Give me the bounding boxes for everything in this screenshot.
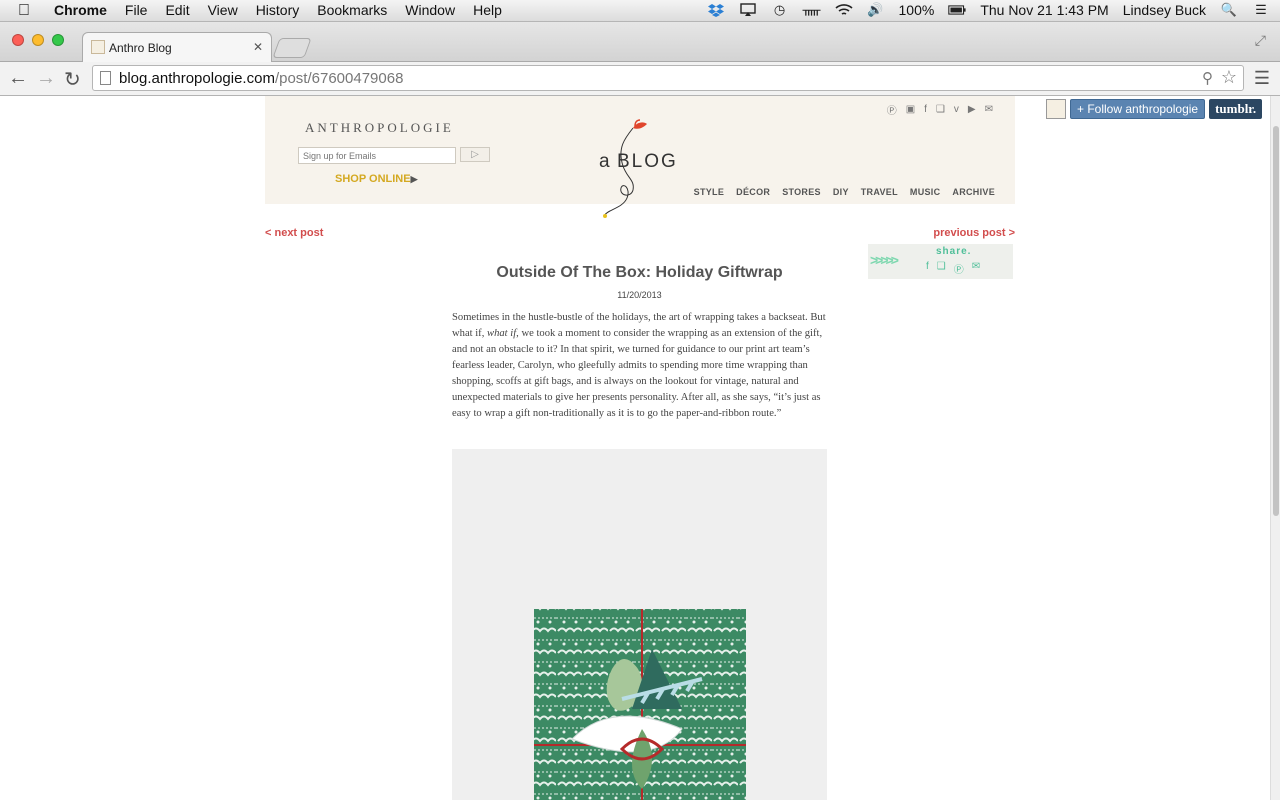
minimize-window-button[interactable] xyxy=(32,34,44,46)
close-tab-icon[interactable]: ✕ xyxy=(253,40,263,54)
social-links: Ⓟ ▣ f ❑ v ▶ ✉ xyxy=(887,102,993,117)
share-pinterest-icon[interactable]: Ⓟ xyxy=(954,261,964,276)
share-email-icon[interactable]: ✉ xyxy=(972,261,980,276)
back-button[interactable]: ← xyxy=(8,67,28,90)
clock[interactable]: Thu Nov 21 1:43 PM xyxy=(980,2,1108,18)
url-host: blog.anthropologie.com xyxy=(119,70,275,87)
blog-logo-blog: BLOG xyxy=(617,151,678,172)
email-signup-input[interactable] xyxy=(298,147,456,164)
nav-diy[interactable]: DIY xyxy=(833,187,849,197)
share-widget: >>>>> share. f ❑ Ⓟ ✉ xyxy=(868,244,1013,279)
menu-file[interactable]: File xyxy=(125,2,148,18)
status-area: ◷ ᚅ 🔊 100% Thu Nov 21 1:43 PM Lindsey Bu… xyxy=(707,2,1271,18)
apple-icon[interactable]:  xyxy=(18,2,30,20)
tab-strip: Anthro Blog ✕ ⤢ xyxy=(0,22,1280,62)
url-text[interactable]: blog.anthropologie.com/post/67600479068 xyxy=(119,70,403,87)
page-icon xyxy=(100,71,111,85)
giftwrap-illustration xyxy=(452,449,827,800)
email-submit-button[interactable]: ▷ xyxy=(460,147,490,162)
twitter-icon[interactable]: ❑ xyxy=(936,104,945,115)
menu-app-name[interactable]: Chrome xyxy=(54,2,107,18)
shop-arrow-icon: ▶ xyxy=(410,174,418,184)
menu-history[interactable]: History xyxy=(256,2,300,18)
anthropologie-logo[interactable]: ANTHROPOLOGIE xyxy=(305,120,454,136)
bluetooth-icon[interactable]: ᚅ xyxy=(803,2,821,18)
blog-header: ANTHROPOLOGIE ▷ SHOP ONLINE▶ a BLOG Ⓟ ▣ … xyxy=(265,96,1015,218)
page-viewport: ANTHROPOLOGIE ▷ SHOP ONLINE▶ a BLOG Ⓟ ▣ … xyxy=(0,96,1270,800)
tab-anthro-blog[interactable]: Anthro Blog ✕ xyxy=(82,32,272,62)
post-date: 11/20/2013 xyxy=(617,290,662,300)
tab-title: Anthro Blog xyxy=(109,41,172,55)
vimeo-icon[interactable]: v xyxy=(954,104,959,115)
giftwrap-photo xyxy=(452,449,827,800)
post-body-emphasis: what if xyxy=(487,328,517,339)
share-facebook-icon[interactable]: f xyxy=(926,261,929,276)
menu-help[interactable]: Help xyxy=(473,2,502,18)
previous-post-link[interactable]: previous post > xyxy=(933,227,1015,239)
reload-button[interactable]: ↻ xyxy=(64,67,81,92)
tumblr-avatar[interactable] xyxy=(1046,99,1066,119)
share-chevrons-icon: >>>>> xyxy=(870,252,899,268)
dropbox-icon[interactable] xyxy=(707,2,725,18)
address-bar[interactable]: blog.anthropologie.com/post/67600479068 … xyxy=(92,65,1244,91)
time-machine-icon[interactable]: ◷ xyxy=(771,2,789,18)
nav-stores[interactable]: STORES xyxy=(782,187,821,197)
follow-button[interactable]: + Follow anthropologie xyxy=(1070,99,1206,119)
favicon-icon xyxy=(91,40,105,54)
nav-travel[interactable]: TRAVEL xyxy=(861,187,898,197)
menu-window[interactable]: Window xyxy=(405,2,455,18)
fullscreen-icon[interactable]: ⤢ xyxy=(1255,32,1266,49)
volume-icon[interactable]: 🔊 xyxy=(867,2,885,18)
pinterest-icon[interactable]: Ⓟ xyxy=(887,102,897,117)
battery-percent: 100% xyxy=(898,2,935,18)
facebook-icon[interactable]: f xyxy=(924,104,927,115)
app-menus: Chrome File Edit View History Bookmarks … xyxy=(54,2,502,18)
nav-style[interactable]: STYLE xyxy=(694,187,725,197)
battery-icon[interactable] xyxy=(948,2,966,18)
nav-music[interactable]: MUSIC xyxy=(910,187,941,197)
menu-bookmarks[interactable]: Bookmarks xyxy=(317,2,387,18)
tumblr-logo[interactable]: tumblr. xyxy=(1209,99,1263,119)
share-twitter-icon[interactable]: ❑ xyxy=(937,261,946,276)
wifi-icon[interactable] xyxy=(834,2,853,18)
chrome-menu-icon[interactable]: ☰ xyxy=(1254,68,1270,89)
airplay-icon[interactable] xyxy=(739,2,757,18)
user-name[interactable]: Lindsey Buck xyxy=(1123,2,1206,18)
close-window-button[interactable] xyxy=(12,34,24,46)
youtube-icon[interactable]: ▶ xyxy=(968,104,976,115)
spotlight-search-icon[interactable]: 🔍 xyxy=(1220,2,1238,18)
instagram-icon[interactable]: ▣ xyxy=(906,104,915,115)
bookmark-star-icon[interactable]: ☆ xyxy=(1221,67,1237,88)
post-body: Sometimes in the hustle-bustle of the ho… xyxy=(452,310,828,422)
blog-nav: STYLE DÉCOR STORES DIY TRAVEL MUSIC ARCH… xyxy=(694,187,995,197)
url-path: /post/67600479068 xyxy=(274,70,404,87)
menu-view[interactable]: View xyxy=(208,2,238,18)
shop-online-label: SHOP ONLINE xyxy=(335,173,411,185)
new-tab-button[interactable] xyxy=(272,38,312,58)
menu-edit[interactable]: Edit xyxy=(165,2,189,18)
tumblr-controls: + Follow anthropologie tumblr. xyxy=(1046,99,1263,119)
email-icon[interactable]: ✉ xyxy=(985,104,993,115)
shop-online-link[interactable]: SHOP ONLINE▶ xyxy=(335,173,418,185)
page-scrollbar[interactable] xyxy=(1270,96,1280,800)
post-body-part-2: , we took a moment to consider the wrapp… xyxy=(452,328,823,419)
post-title: Outside Of The Box: Holiday Giftwrap xyxy=(496,264,783,281)
share-label: share. xyxy=(936,246,972,257)
forward-button[interactable]: → xyxy=(36,67,56,90)
scrollbar-thumb[interactable] xyxy=(1273,126,1279,516)
browser-toolbar: ← → ↻ blog.anthropologie.com/post/676004… xyxy=(0,62,1280,96)
search-icon[interactable]: ⚲ xyxy=(1202,69,1213,87)
blog-logo[interactable]: a BLOG xyxy=(595,118,685,218)
mac-menubar:  Chrome File Edit View History Bookmark… xyxy=(0,0,1280,22)
next-post-link[interactable]: < next post xyxy=(265,227,323,239)
share-icons: f ❑ Ⓟ ✉ xyxy=(926,261,980,276)
nav-decor[interactable]: DÉCOR xyxy=(736,187,770,197)
notification-center-icon[interactable]: ☰ xyxy=(1252,2,1270,18)
zoom-window-button[interactable] xyxy=(52,34,64,46)
nav-archive[interactable]: ARCHIVE xyxy=(952,187,995,197)
blog-logo-a: a xyxy=(599,151,610,172)
